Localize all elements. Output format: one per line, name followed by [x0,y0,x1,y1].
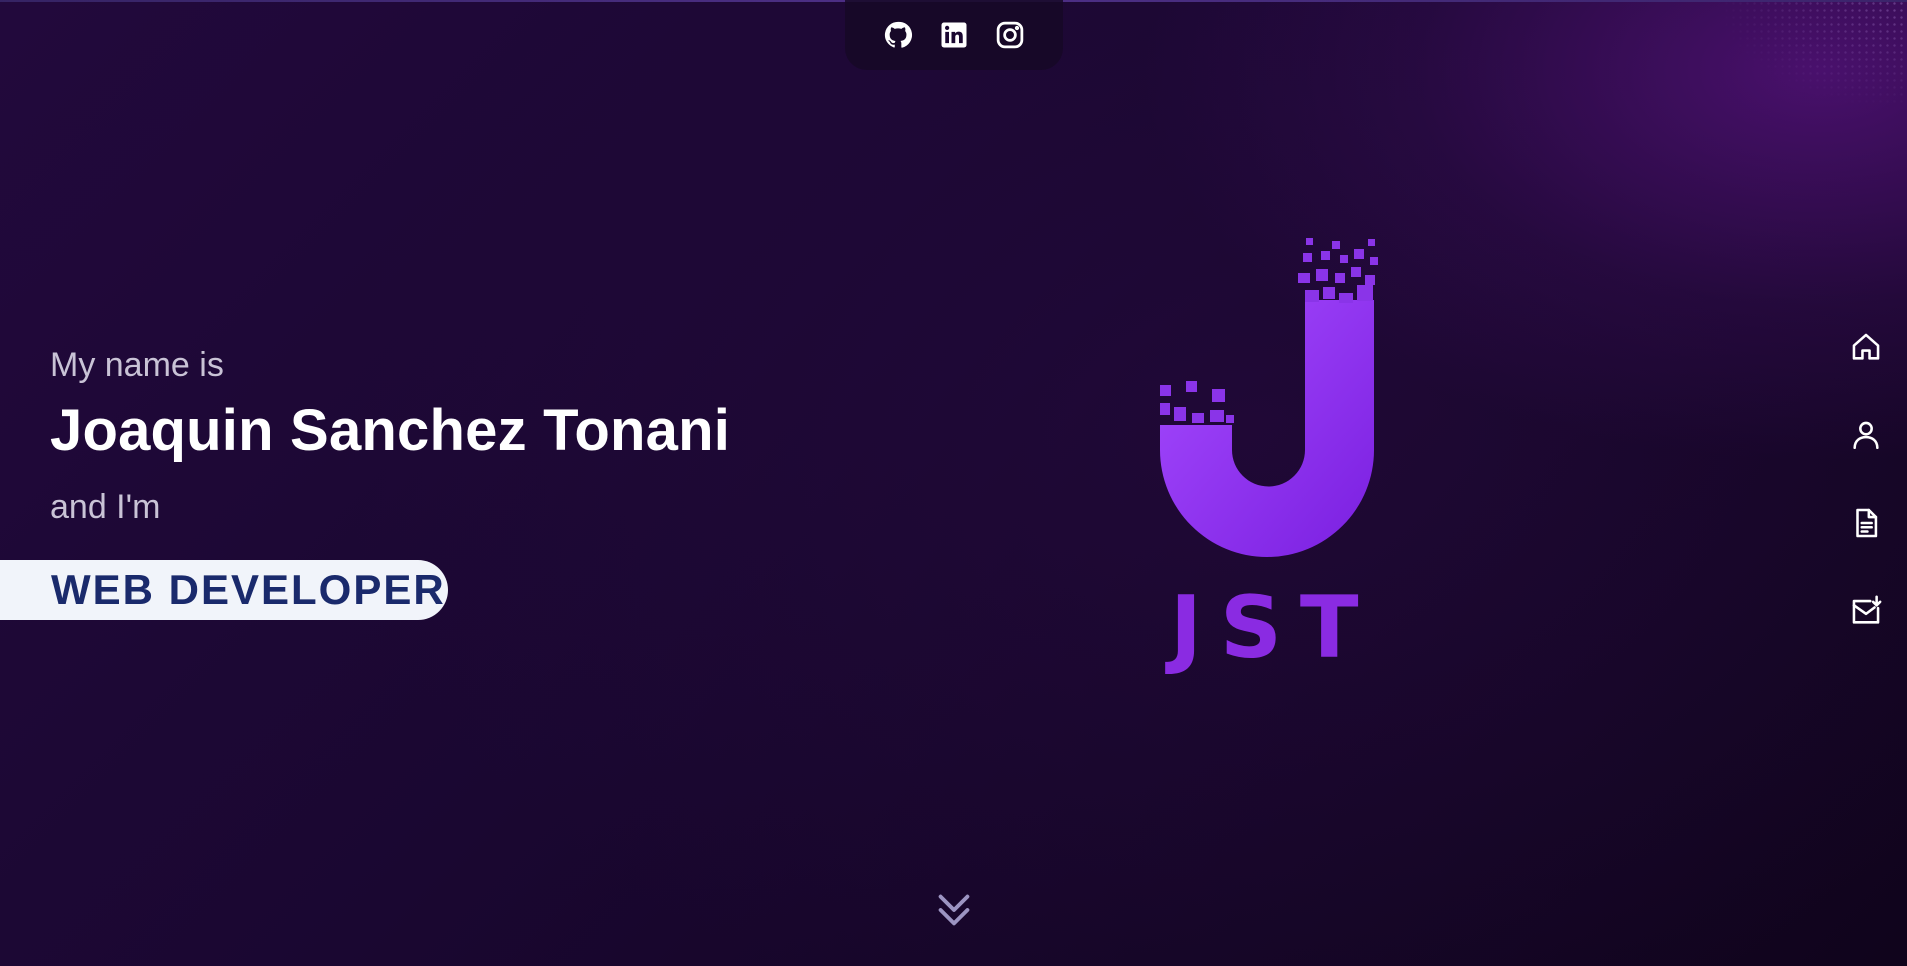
user-icon [1853,421,1879,450]
role-text: WEB DEVELOPER [51,566,446,613]
social-bar [845,0,1063,70]
nav-home[interactable] [1849,330,1883,364]
instagram-icon[interactable] [995,20,1025,50]
intro-text: My name is [50,346,224,384]
and-im-text: and I'm [50,488,161,526]
nav-contact[interactable] [1849,594,1883,628]
scroll-down-button[interactable] [931,886,977,934]
decorative-dots [1667,0,1907,160]
double-chevron-down-icon [938,894,970,926]
document-icon [1856,508,1878,538]
hero-page: My name is Joaquin Sanchez Tonani and I'… [0,0,1907,966]
nav-resume[interactable] [1849,506,1883,540]
role-badge: WEB DEVELOPER [0,560,448,620]
linkedin-icon[interactable] [939,20,969,50]
hero-intro: My name is Joaquin Sanchez Tonani [50,348,730,460]
home-icon [1852,333,1880,360]
github-icon[interactable] [883,20,913,50]
mail-icon [1852,595,1882,624]
side-nav [1846,330,1886,628]
nav-about[interactable] [1849,418,1883,452]
logo-text: JST [1170,578,1377,678]
hero-name: Joaquin Sanchez Tonani [50,398,731,463]
